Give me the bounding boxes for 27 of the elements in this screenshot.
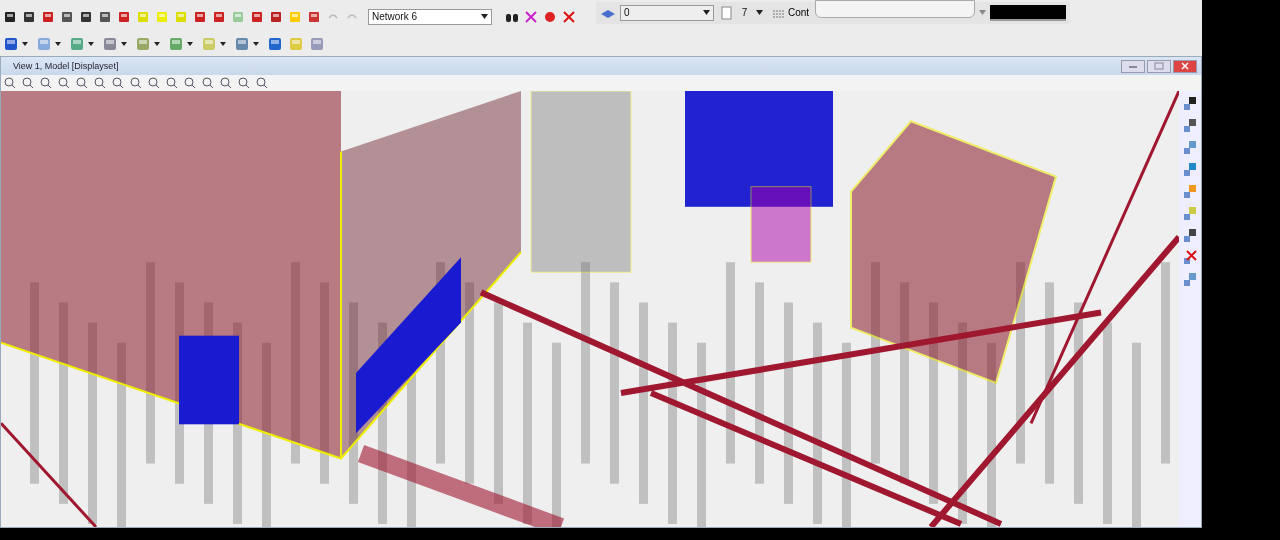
caret-icon[interactable] <box>703 10 710 16</box>
caret-icon[interactable] <box>220 42 226 47</box>
minimize-icon <box>1128 63 1138 69</box>
weight-dropdown[interactable]: 7 <box>718 4 766 21</box>
cross-icon[interactable] <box>524 9 538 24</box>
caret-icon[interactable] <box>121 42 127 47</box>
caret-icon[interactable] <box>253 42 259 47</box>
level-dropdown[interactable]: 0 <box>620 4 714 21</box>
caret-icon[interactable] <box>187 42 193 47</box>
minimize-button[interactable] <box>1121 59 1145 73</box>
restore-icon <box>1154 62 1164 70</box>
window-title: View 1, Model [Displayset] <box>13 61 119 71</box>
close-icon[interactable] <box>562 9 576 24</box>
close-icon <box>1180 62 1190 70</box>
close-button[interactable] <box>1173 59 1197 73</box>
network-dropdown[interactable]: Network 6 <box>368 8 492 25</box>
caret-icon[interactable] <box>88 42 94 47</box>
caret-icon[interactable] <box>154 42 160 47</box>
delete-icon[interactable] <box>1182 249 1198 265</box>
caret-icon[interactable] <box>55 42 61 47</box>
caret-icon[interactable] <box>756 10 763 16</box>
caret-icon[interactable] <box>22 42 28 47</box>
stop-icon[interactable] <box>543 9 557 24</box>
color-swatch[interactable] <box>990 4 1067 21</box>
caret-icon[interactable] <box>481 14 488 20</box>
contour-button[interactable]: Cont <box>770 7 812 19</box>
magnifier-icon[interactable] <box>22 77 34 89</box>
